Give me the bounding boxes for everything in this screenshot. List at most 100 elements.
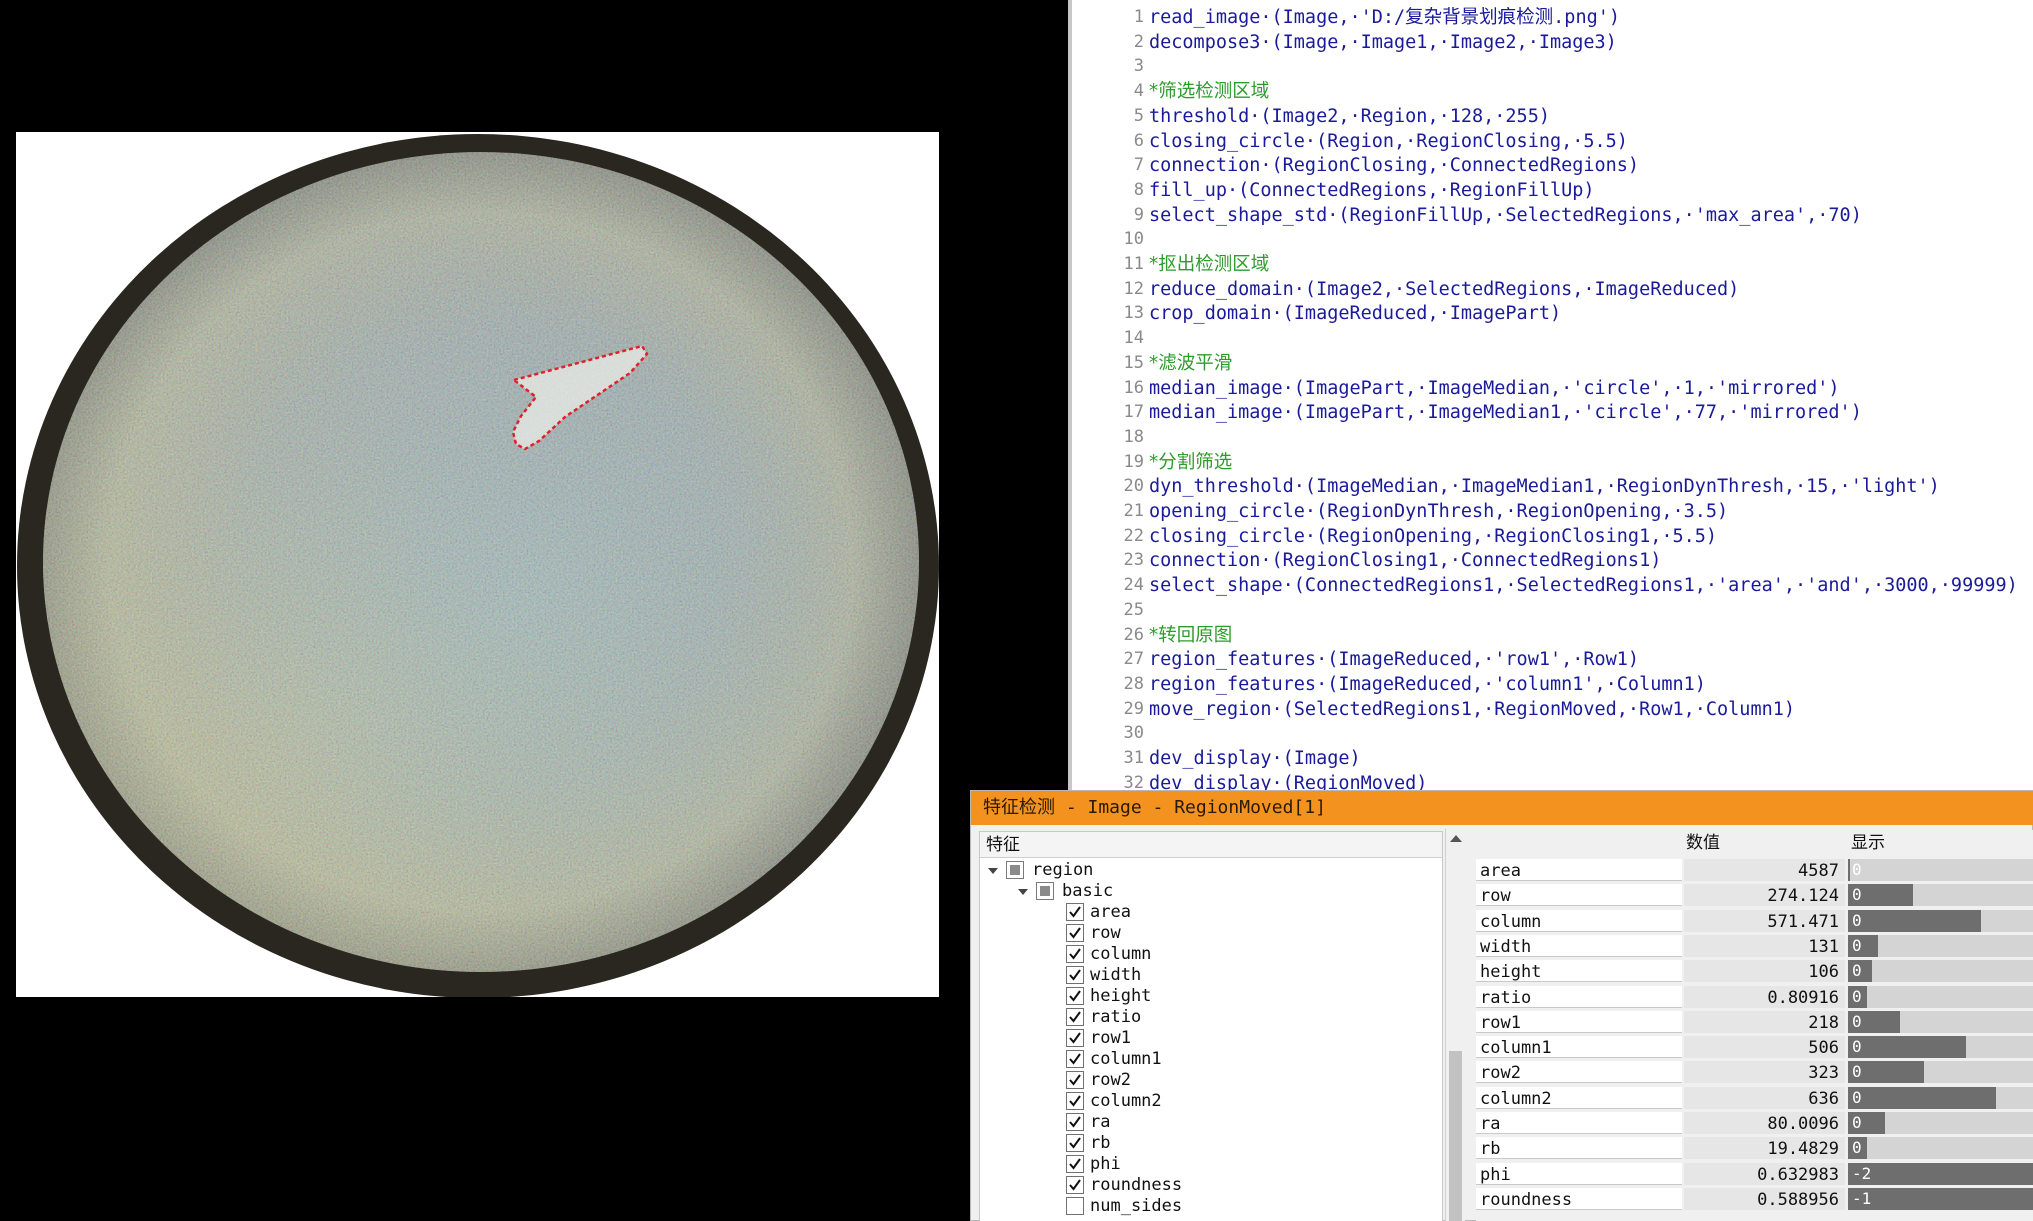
checked-checkbox[interactable] xyxy=(1066,1176,1084,1194)
image-display[interactable] xyxy=(16,132,939,997)
feature-value-row: row 274.124 0 xyxy=(1476,884,2033,908)
code-text: closing_circle·(RegionOpening,·RegionClo… xyxy=(1149,525,1718,547)
code-line[interactable]: 22 closing_circle·(RegionOpening,·RegionC… xyxy=(1072,524,2033,549)
checked-checkbox[interactable] xyxy=(1066,987,1084,1005)
code-text: region_features·(ImageReduced,·'row1',·R… xyxy=(1149,649,1640,671)
tree-feature-num_sides[interactable]: num_sides xyxy=(1066,1196,1442,1217)
checked-checkbox[interactable] xyxy=(1066,1113,1084,1131)
tree-feature-width[interactable]: width xyxy=(1066,965,1442,986)
code-line[interactable]: 30 xyxy=(1072,721,2033,746)
expand-arrow-icon[interactable] xyxy=(1016,885,1030,899)
code-line[interactable]: 7 connection·(RegionClosing,·ConnectedReg… xyxy=(1072,153,2033,178)
tree-feature-rb[interactable]: rb xyxy=(1066,1133,1442,1154)
bar-fill xyxy=(1848,1036,1966,1059)
feature-value: 218 xyxy=(1684,1010,1845,1033)
tree-feature-roundness[interactable]: roundness xyxy=(1066,1175,1442,1196)
checked-checkbox[interactable] xyxy=(1066,1155,1084,1173)
feature-display-bar: 0 xyxy=(1848,1086,2033,1109)
feature-display-bar: -2 xyxy=(1848,1162,2033,1185)
code-comment: *分割筛选 xyxy=(1149,451,1233,473)
feature-display-bar: 0 xyxy=(1848,985,2033,1008)
checked-checkbox[interactable] xyxy=(1066,1092,1084,1110)
code-line[interactable]: 28 region_features·(ImageReduced,·'column… xyxy=(1072,672,2033,697)
code-line[interactable]: 13 crop_domain·(ImageReduced,·ImagePart) xyxy=(1072,301,2033,326)
tree-feature-ra[interactable]: ra xyxy=(1066,1112,1442,1133)
code-line[interactable]: 24 select_shape·(ConnectedRegions1,·Selec… xyxy=(1072,573,2033,598)
code-line[interactable]: 2 decompose3·(Image,·Image1,·Image2,·Imag… xyxy=(1072,30,2033,55)
checked-checkbox[interactable] xyxy=(1066,924,1084,942)
tree-feature-height[interactable]: height xyxy=(1066,986,1442,1007)
tree-feature-phi[interactable]: phi xyxy=(1066,1154,1442,1175)
line-number: 27 xyxy=(1123,649,1144,670)
code-line[interactable]: 15 *滤波平滑 xyxy=(1072,351,2033,376)
tree-label: basic xyxy=(1062,881,1114,901)
tree-feature-row1[interactable]: row1 xyxy=(1066,1028,1442,1049)
tree-feature-ratio[interactable]: ratio xyxy=(1066,1007,1442,1028)
code-line[interactable]: 29 move_region·(SelectedRegions1,·RegionM… xyxy=(1072,697,2033,722)
feature-name: row xyxy=(1476,884,1682,907)
checked-checkbox[interactable] xyxy=(1066,1029,1084,1047)
code-line[interactable]: 21 opening_circle·(RegionDynThresh,·Regio… xyxy=(1072,499,2033,524)
feature-name: rb xyxy=(1476,1137,1682,1160)
tree-group-region[interactable]: region xyxy=(986,860,1426,881)
tree-feature-area[interactable]: area xyxy=(1066,902,1442,923)
feature-display-bar: 0 xyxy=(1848,934,2033,957)
tree-group-basic[interactable]: basic xyxy=(1016,881,1442,902)
expand-arrow-icon[interactable] xyxy=(986,864,1000,878)
code-line[interactable]: 31 dev_display·(Image) xyxy=(1072,746,2033,771)
tree-label: height xyxy=(1090,986,1152,1006)
code-line[interactable]: 17 median_image·(ImagePart,·ImageMedian1,… xyxy=(1072,400,2033,425)
checked-checkbox[interactable] xyxy=(1066,1050,1084,1068)
code-line[interactable]: 3 xyxy=(1072,54,2033,79)
group-checkbox[interactable] xyxy=(1006,861,1024,879)
code-line[interactable]: 12 reduce_domain·(Image2,·SelectedRegions… xyxy=(1072,277,2033,302)
feature-tree[interactable]: 特征 region basic area row column width height ra… xyxy=(979,831,1443,1221)
code-line[interactable]: 27 region_features·(ImageReduced,·'row1',… xyxy=(1072,647,2033,672)
tree-feature-row[interactable]: row xyxy=(1066,923,1442,944)
checkmark-icon xyxy=(1069,1074,1081,1086)
line-number: 2 xyxy=(1133,31,1144,52)
tree-scrollbar[interactable] xyxy=(1445,829,1465,1221)
code-line[interactable]: 6 closing_circle·(Region,·RegionClosing,·… xyxy=(1072,129,2033,154)
tree-feature-column[interactable]: column xyxy=(1066,944,1442,965)
code-line[interactable]: 9 select_shape_std·(RegionFillUp,·Selecte… xyxy=(1072,203,2033,228)
dialog-title[interactable]: 特征检测 - Image - RegionMoved[1] xyxy=(971,791,2033,825)
graphics-window[interactable] xyxy=(0,0,1072,1221)
unchecked-checkbox[interactable] xyxy=(1066,1197,1084,1215)
checked-checkbox[interactable] xyxy=(1066,1134,1084,1152)
code-line[interactable]: 10 xyxy=(1072,227,2033,252)
code-comment: *转回原图 xyxy=(1149,624,1233,646)
code-line[interactable]: 8 fill_up·(ConnectedRegions,·RegionFillUp… xyxy=(1072,178,2033,203)
tree-feature-column2[interactable]: column2 xyxy=(1066,1091,1442,1112)
scroll-up-arrow-icon[interactable] xyxy=(1450,835,1462,842)
checked-checkbox[interactable] xyxy=(1066,966,1084,984)
code-line[interactable]: 4 *筛选检测区域 xyxy=(1072,79,2033,104)
code-line[interactable]: 18 xyxy=(1072,425,2033,450)
feature-value: 274.124 xyxy=(1684,884,1845,907)
code-line[interactable]: 16 median_image·(ImagePart,·ImageMedian,·… xyxy=(1072,376,2033,401)
checked-checkbox[interactable] xyxy=(1066,903,1084,921)
code-line[interactable]: 23 connection·(RegionClosing1,·ConnectedR… xyxy=(1072,548,2033,573)
code-line[interactable]: 1 read_image·(Image,·'D:/复杂背景划痕检测.png') xyxy=(1072,5,2033,30)
checked-checkbox[interactable] xyxy=(1066,1071,1084,1089)
scroll-thumb[interactable] xyxy=(1449,1051,1462,1221)
checked-checkbox[interactable] xyxy=(1066,1008,1084,1026)
line-number: 6 xyxy=(1133,130,1144,151)
feature-value: 636 xyxy=(1684,1086,1845,1109)
code-line[interactable]: 5 threshold·(Image2,·Region,·128,·255) xyxy=(1072,104,2033,129)
checked-checkbox[interactable] xyxy=(1066,945,1084,963)
group-checkbox[interactable] xyxy=(1036,882,1054,900)
code-line[interactable]: 25 xyxy=(1072,598,2033,623)
code-line[interactable]: 19 *分割筛选 xyxy=(1072,450,2033,475)
line-number: 26 xyxy=(1123,624,1144,645)
feature-value: 506 xyxy=(1684,1036,1845,1059)
scratch-disc-image xyxy=(16,132,939,997)
code-line[interactable]: 20 dyn_threshold·(ImageMedian,·ImageMedia… xyxy=(1072,474,2033,499)
tree-feature-row2[interactable]: row2 xyxy=(1066,1070,1442,1091)
feature-name: height xyxy=(1476,960,1682,983)
code-line[interactable]: 14 xyxy=(1072,326,2033,351)
line-number: 18 xyxy=(1123,426,1144,447)
code-line[interactable]: 26 *转回原图 xyxy=(1072,623,2033,648)
code-line[interactable]: 11 *抠出检测区域 xyxy=(1072,252,2033,277)
tree-feature-column1[interactable]: column1 xyxy=(1066,1049,1442,1070)
